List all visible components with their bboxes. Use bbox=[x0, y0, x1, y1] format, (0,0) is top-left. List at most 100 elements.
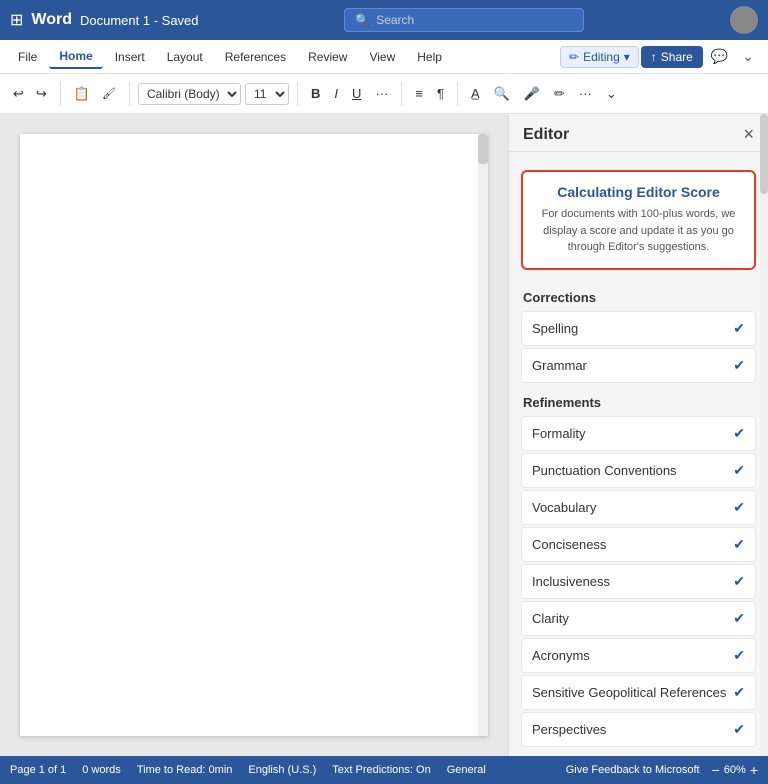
doc-scrollbar-thumb[interactable] bbox=[478, 134, 488, 164]
menu-layout[interactable]: Layout bbox=[157, 46, 213, 68]
dictate-button[interactable]: 🎤 bbox=[519, 83, 545, 105]
zoom-control: − 60% + bbox=[712, 762, 758, 778]
comment-button[interactable]: 💬 bbox=[705, 44, 734, 69]
page-info: Page 1 of 1 bbox=[10, 764, 66, 776]
undo-button[interactable]: ↩ bbox=[8, 83, 29, 105]
similarity-header: Similarity bbox=[509, 749, 768, 757]
editor-button[interactable]: ✏ bbox=[549, 83, 570, 105]
inclusiveness-item[interactable]: Inclusiveness ✔ bbox=[521, 564, 756, 599]
zoom-in-button[interactable]: + bbox=[750, 762, 758, 778]
text-predictions: Text Predictions: On bbox=[332, 764, 430, 776]
vocabulary-item[interactable]: Vocabulary ✔ bbox=[521, 490, 756, 525]
editor-scrollbar-thumb[interactable] bbox=[760, 114, 768, 194]
acronyms-item[interactable]: Acronyms ✔ bbox=[521, 638, 756, 673]
formality-check-icon: ✔ bbox=[733, 425, 745, 442]
toolbar-separator-3 bbox=[297, 82, 298, 106]
editor-scrollbar[interactable] bbox=[760, 114, 768, 756]
clarity-item[interactable]: Clarity ✔ bbox=[521, 601, 756, 636]
menu-references[interactable]: References bbox=[215, 46, 296, 68]
geopolitical-check-icon: ✔ bbox=[733, 684, 745, 701]
collapse-button[interactable]: ⌄ bbox=[601, 83, 622, 105]
more-formatting-button[interactable]: ··· bbox=[370, 83, 393, 104]
corrections-header: Corrections bbox=[509, 280, 768, 309]
refinements-header: Refinements bbox=[509, 385, 768, 414]
menu-file[interactable]: File bbox=[8, 46, 47, 68]
italic-button[interactable]: I bbox=[329, 83, 343, 104]
paragraph-button[interactable]: ¶ bbox=[432, 83, 449, 104]
menu-home[interactable]: Home bbox=[49, 45, 102, 69]
toolbar-separator-5 bbox=[457, 82, 458, 106]
pencil-icon: ✏ bbox=[569, 50, 579, 64]
feedback-text[interactable]: Give Feedback to Microsoft bbox=[566, 764, 700, 776]
share-button[interactable]: ↑ Share bbox=[641, 46, 703, 68]
editor-panel: Editor × Calculating Editor Score For do… bbox=[508, 114, 768, 756]
spelling-label: Spelling bbox=[532, 321, 578, 336]
punctuation-label: Punctuation Conventions bbox=[532, 463, 677, 478]
clarity-check-icon: ✔ bbox=[733, 610, 745, 627]
toolbar-separator-4 bbox=[401, 82, 402, 106]
grammar-label: Grammar bbox=[532, 358, 587, 373]
calculating-score-box: Calculating Editor Score For documents w… bbox=[521, 170, 756, 270]
perspectives-item[interactable]: Perspectives ✔ bbox=[521, 712, 756, 747]
waffle-icon[interactable]: ⊞ bbox=[10, 10, 23, 30]
punctuation-item[interactable]: Punctuation Conventions ✔ bbox=[521, 453, 756, 488]
font-size-select[interactable]: 11 bbox=[245, 83, 289, 105]
zoom-out-button[interactable]: − bbox=[712, 762, 720, 778]
vocabulary-label: Vocabulary bbox=[532, 500, 596, 515]
clarity-label: Clarity bbox=[532, 611, 569, 626]
doc-scrollbar[interactable] bbox=[478, 134, 488, 736]
toolbar: ↩ ↪ 📋 🖌 Calibri (Body) 11 B I U ··· ≡ ¶ … bbox=[0, 74, 768, 114]
conciseness-label: Conciseness bbox=[532, 537, 606, 552]
clipboard-button[interactable]: 📋 bbox=[69, 83, 95, 105]
formality-item[interactable]: Formality ✔ bbox=[521, 416, 756, 451]
search-placeholder: Search bbox=[376, 13, 414, 27]
general-label: General bbox=[447, 764, 486, 776]
grammar-item[interactable]: Grammar ✔ bbox=[521, 348, 756, 383]
acronyms-label: Acronyms bbox=[532, 648, 590, 663]
toolbar-separator-2 bbox=[129, 82, 130, 106]
main-area: Editor × Calculating Editor Score For do… bbox=[0, 114, 768, 756]
spelling-check-icon: ✔ bbox=[733, 320, 745, 337]
calculating-score-title: Calculating Editor Score bbox=[537, 184, 740, 200]
more-options-button[interactable]: ··· bbox=[574, 83, 597, 104]
font-name-select[interactable]: Calibri (Body) bbox=[138, 83, 241, 105]
user-avatar[interactable] bbox=[730, 6, 758, 34]
spelling-item[interactable]: Spelling ✔ bbox=[521, 311, 756, 346]
vocabulary-check-icon: ✔ bbox=[733, 499, 745, 516]
menu-help[interactable]: Help bbox=[407, 46, 452, 68]
search-icon: 🔍 bbox=[355, 13, 370, 27]
menu-view[interactable]: View bbox=[359, 46, 405, 68]
bold-button[interactable]: B bbox=[306, 83, 325, 104]
bullets-button[interactable]: ≡ bbox=[410, 83, 428, 104]
zoom-level: 60% bbox=[724, 764, 746, 776]
document-area bbox=[0, 114, 508, 756]
ribbon-button[interactable]: ⌄ bbox=[736, 44, 760, 69]
grammar-check-icon: ✔ bbox=[733, 357, 745, 374]
word-count: 0 words bbox=[82, 764, 121, 776]
search-box[interactable]: 🔍 Search bbox=[344, 8, 584, 32]
geopolitical-item[interactable]: Sensitive Geopolitical References ✔ bbox=[521, 675, 756, 710]
perspectives-label: Perspectives bbox=[532, 722, 606, 737]
font-color-button[interactable]: A̲ bbox=[466, 83, 485, 104]
acronyms-check-icon: ✔ bbox=[733, 647, 745, 664]
title-bar: ⊞ Word Document 1 - Saved 🔍 Search bbox=[0, 0, 768, 40]
underline-button[interactable]: U bbox=[347, 83, 366, 104]
menu-insert[interactable]: Insert bbox=[105, 46, 155, 68]
conciseness-check-icon: ✔ bbox=[733, 536, 745, 553]
conciseness-item[interactable]: Conciseness ✔ bbox=[521, 527, 756, 562]
format-painter-button[interactable]: 🖌 bbox=[97, 84, 121, 103]
perspectives-check-icon: ✔ bbox=[733, 721, 745, 738]
editor-close-button[interactable]: × bbox=[743, 124, 754, 145]
redo-button[interactable]: ↪ bbox=[31, 83, 52, 105]
formality-label: Formality bbox=[532, 426, 585, 441]
doc-title: Document 1 - Saved bbox=[80, 13, 199, 28]
menu-review[interactable]: Review bbox=[298, 46, 357, 68]
word-logo: Word bbox=[31, 11, 72, 29]
editing-button[interactable]: ✏ Editing ▾ bbox=[560, 46, 639, 68]
chevron-down-icon: ▾ bbox=[624, 50, 630, 64]
inclusiveness-label: Inclusiveness bbox=[532, 574, 610, 589]
editor-panel-title: Editor bbox=[523, 126, 569, 144]
editor-header: Editor × bbox=[509, 114, 768, 152]
calculating-score-desc: For documents with 100-plus words, we di… bbox=[537, 206, 740, 256]
find-button[interactable]: 🔍 bbox=[489, 83, 515, 105]
